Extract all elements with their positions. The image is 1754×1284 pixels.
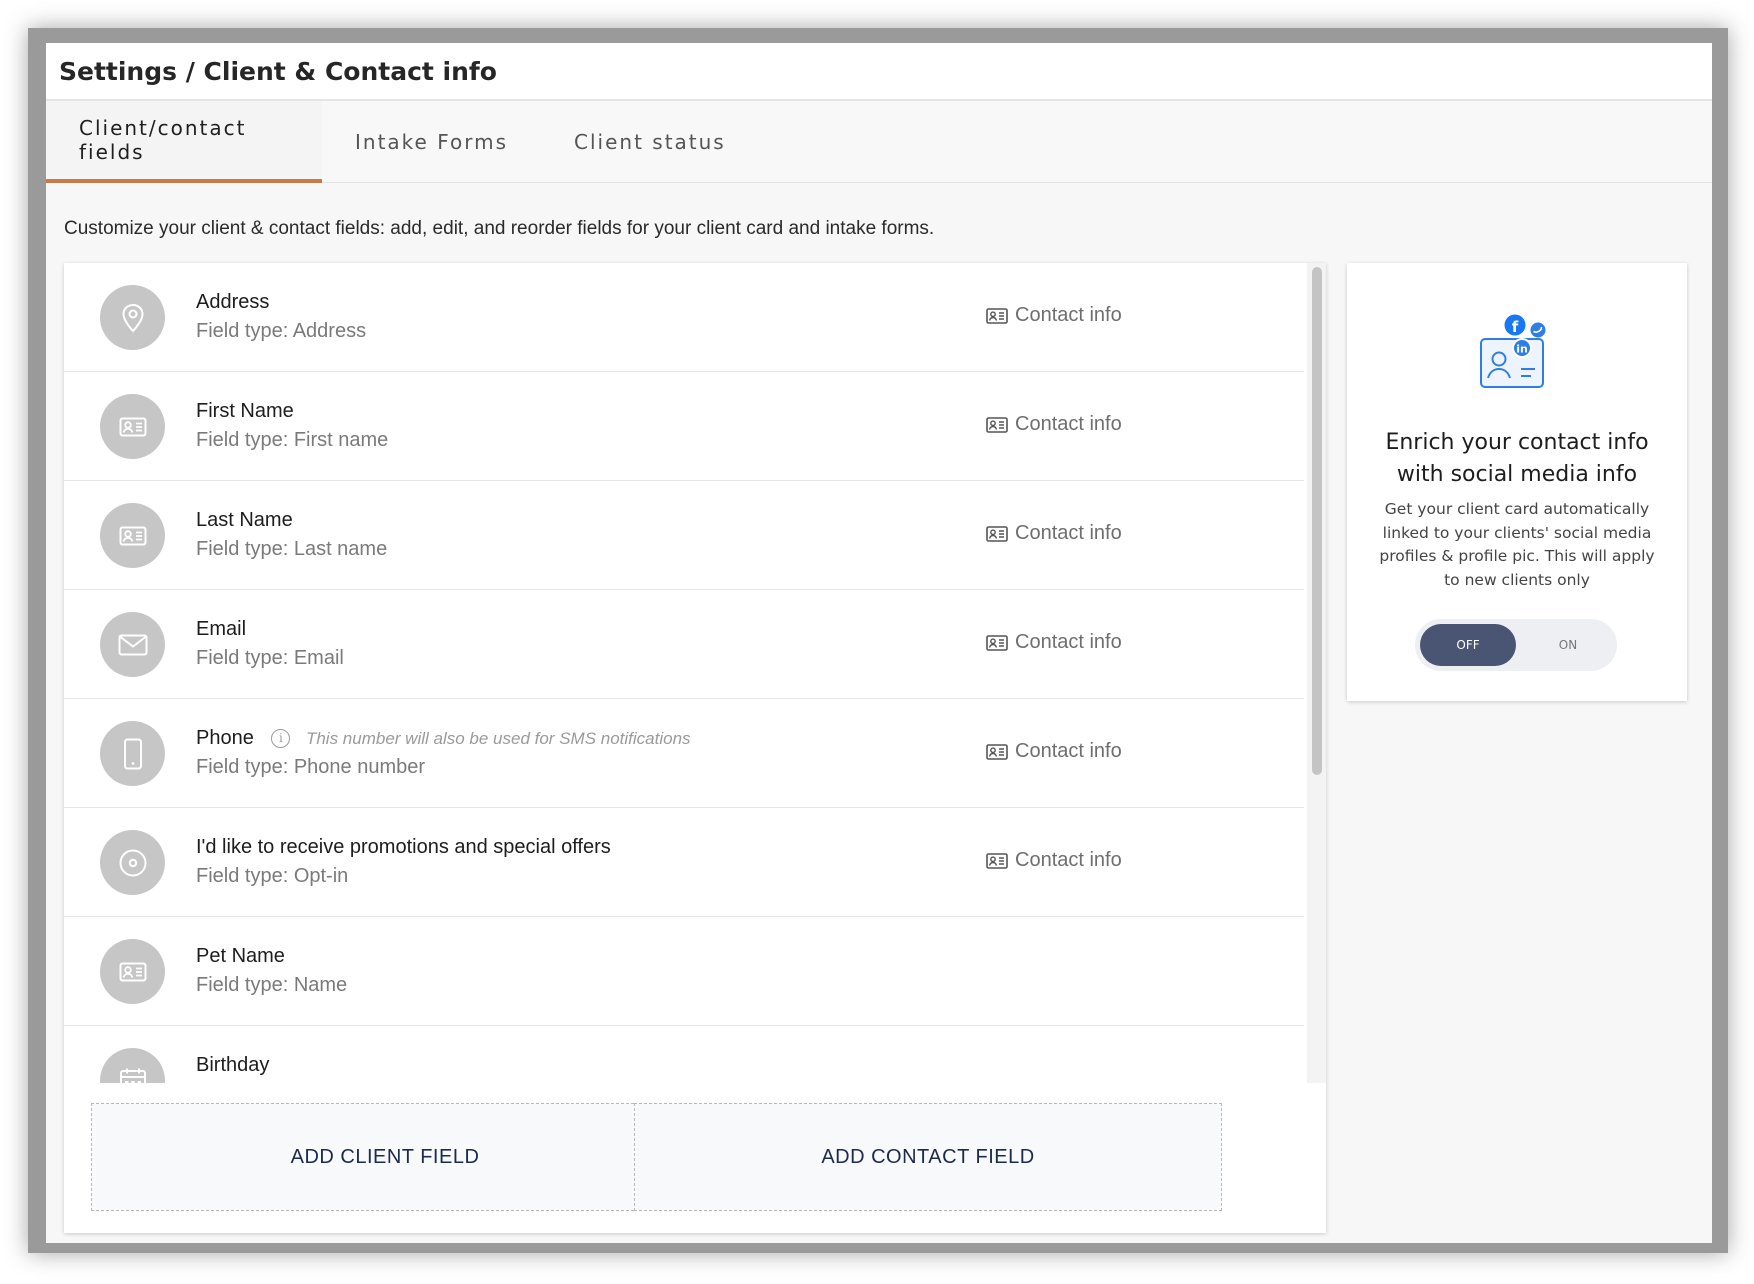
contact-card-icon bbox=[986, 307, 1008, 324]
tab-client-status[interactable]: Client status bbox=[541, 101, 759, 183]
field-note: This number will also be used for SMS no… bbox=[305, 729, 691, 748]
add-contact-field-button[interactable]: ADD CONTACT FIELD bbox=[634, 1103, 1222, 1211]
social-profile-illustration: f in bbox=[1477, 313, 1553, 400]
location-pin-icon bbox=[100, 285, 165, 350]
social-enrich-card: f in Enrich your contact info with socia… bbox=[1347, 263, 1687, 701]
field-row-address[interactable]: Address Field type: Address Contact info bbox=[64, 263, 1304, 372]
contact-card-icon bbox=[986, 634, 1008, 651]
page-description: Customize your client & contact fields: … bbox=[64, 218, 935, 239]
field-category-label: Contact info bbox=[1015, 631, 1122, 653]
field-type: Field type: Name bbox=[196, 974, 348, 996]
info-icon: i bbox=[271, 729, 291, 748]
fields-list: Address Field type: Address Contact info… bbox=[64, 263, 1304, 1083]
radio-icon bbox=[100, 830, 165, 895]
envelope-icon bbox=[100, 612, 165, 677]
scrollbar-thumb[interactable] bbox=[1312, 267, 1322, 775]
field-category-label: Contact info bbox=[1015, 849, 1122, 871]
fields-list-card: Address Field type: Address Contact info… bbox=[64, 263, 1326, 1233]
field-category: Contact info bbox=[986, 631, 1122, 654]
field-type: Field type: Phone number bbox=[196, 756, 426, 778]
phone-icon bbox=[100, 721, 165, 786]
field-type: Field type: Opt-in bbox=[196, 865, 349, 887]
field-row-birthday[interactable]: Birthday bbox=[64, 1026, 1304, 1083]
tab-client-contact-fields[interactable]: Client/contact fields bbox=[46, 101, 322, 183]
field-name: First Name bbox=[196, 400, 294, 422]
contact-card-icon bbox=[986, 525, 1008, 542]
field-type: Field type: Email bbox=[196, 647, 344, 669]
promo-title: Enrich your contact info with social med… bbox=[1385, 430, 1649, 487]
field-name: Pet Name bbox=[196, 945, 285, 967]
field-category-label: Contact info bbox=[1015, 413, 1122, 435]
field-type: Field type: First name bbox=[196, 429, 389, 451]
add-field-actions: ADD CLIENT FIELD ADD CONTACT FIELD bbox=[64, 1083, 1326, 1233]
field-type: Field type: Last name bbox=[196, 538, 388, 560]
tab-intake-forms[interactable]: Intake Forms bbox=[322, 101, 541, 183]
contact-card-icon bbox=[986, 743, 1008, 760]
field-name: Birthday bbox=[196, 1054, 270, 1076]
tab-bar: Client/contact fields Intake Forms Clien… bbox=[46, 101, 1712, 183]
field-category: Contact info bbox=[986, 740, 1122, 763]
field-category: Contact info bbox=[986, 304, 1122, 327]
svg-text:in: in bbox=[1516, 343, 1528, 356]
id-card-icon bbox=[100, 394, 165, 459]
field-category-label: Contact info bbox=[1015, 304, 1122, 326]
field-name: Phone i This number will also be used fo… bbox=[196, 727, 691, 750]
social-enrich-toggle[interactable]: OFF ON bbox=[1415, 619, 1617, 671]
field-row-pet-name[interactable]: Pet Name Field type: Name bbox=[64, 917, 1304, 1026]
svg-text:f: f bbox=[1512, 318, 1519, 336]
contact-card-icon bbox=[986, 416, 1008, 433]
field-name: I'd like to receive promotions and speci… bbox=[196, 836, 611, 858]
field-row-email[interactable]: Email Field type: Email Contact info bbox=[64, 590, 1304, 699]
field-category: Contact info bbox=[986, 849, 1122, 872]
settings-window: Settings / Client & Contact info Client/… bbox=[46, 43, 1712, 1243]
field-type: Field type: Address bbox=[196, 320, 367, 342]
field-row-phone[interactable]: Phone i This number will also be used fo… bbox=[64, 699, 1304, 808]
contact-card-icon bbox=[986, 852, 1008, 869]
promo-description: Get your client card automatically linke… bbox=[1379, 500, 1655, 589]
field-name: Email bbox=[196, 618, 247, 640]
toggle-on-option[interactable]: ON bbox=[1525, 624, 1611, 666]
add-client-field-button[interactable]: ADD CLIENT FIELD bbox=[91, 1103, 679, 1211]
field-category-label: Contact info bbox=[1015, 522, 1122, 544]
id-card-icon bbox=[100, 503, 165, 568]
field-category-label: Contact info bbox=[1015, 740, 1122, 762]
page-title: Settings / Client & Contact info bbox=[59, 56, 497, 86]
field-row-last-name[interactable]: Last Name Field type: Last name Contact … bbox=[64, 481, 1304, 590]
field-name-label: Phone bbox=[196, 727, 254, 749]
list-scrollbar[interactable] bbox=[1307, 263, 1326, 1083]
id-card-icon bbox=[100, 939, 165, 1004]
title-bar: Settings / Client & Contact info bbox=[46, 43, 1712, 101]
calendar-icon bbox=[100, 1048, 165, 1083]
field-name: Address bbox=[196, 291, 270, 313]
field-row-first-name[interactable]: First Name Field type: First name Contac… bbox=[64, 372, 1304, 481]
toggle-off-option[interactable]: OFF bbox=[1420, 624, 1516, 666]
field-row-promotions-opt-in[interactable]: I'd like to receive promotions and speci… bbox=[64, 808, 1304, 917]
field-category: Contact info bbox=[986, 522, 1122, 545]
field-name: Last Name bbox=[196, 509, 293, 531]
field-category: Contact info bbox=[986, 413, 1122, 436]
